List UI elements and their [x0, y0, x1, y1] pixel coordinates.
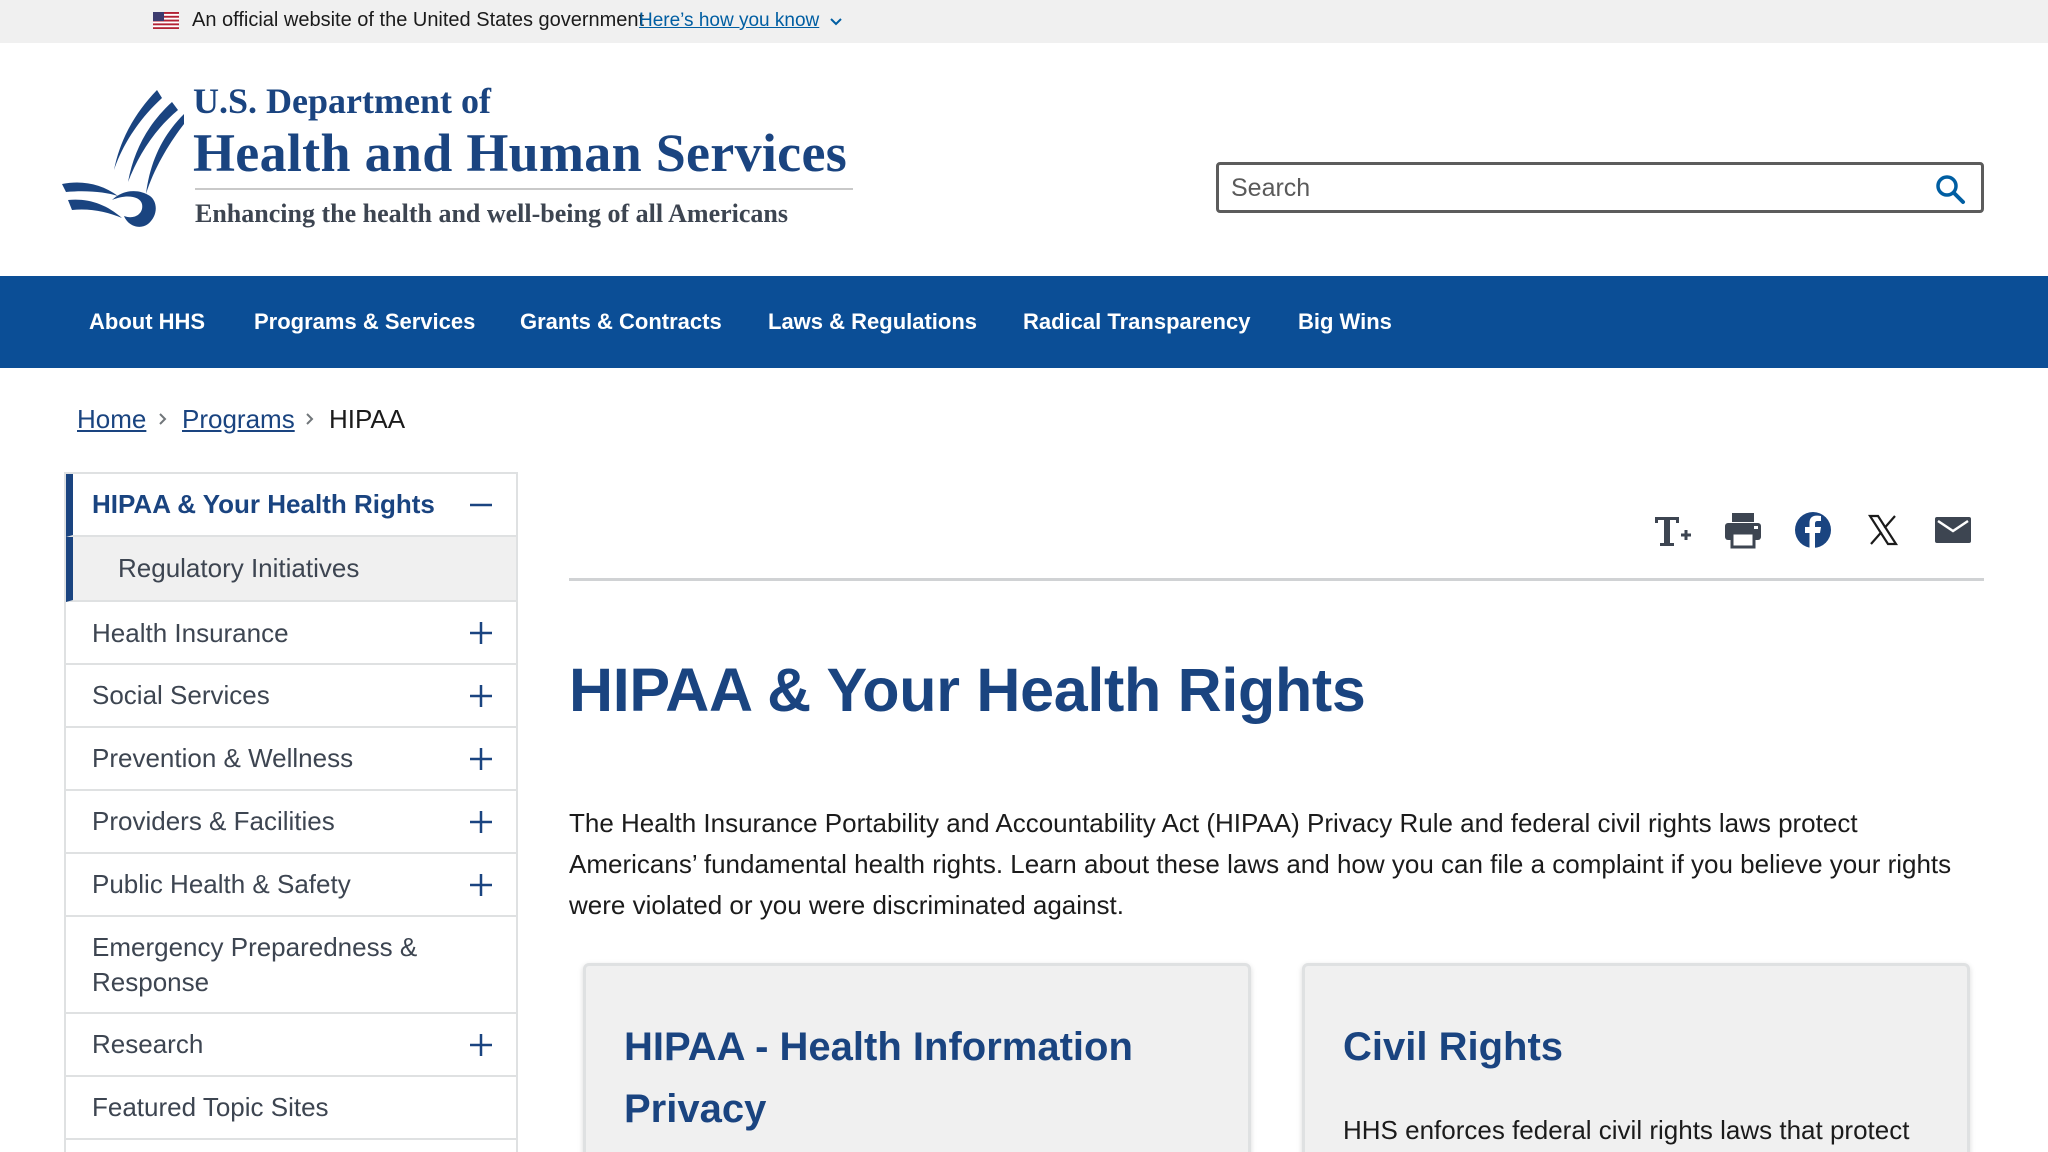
card-civil-rights[interactable]: Civil Rights HHS enforces federal civil …: [1302, 963, 1970, 1152]
side-nav: HIPAA & Your Health Rights Regulatory In…: [64, 472, 518, 1152]
heres-how-you-know-link[interactable]: Here’s how you know: [639, 10, 819, 32]
search-input[interactable]: [1231, 171, 1911, 205]
sidenav-item-label: Public Health & Safety: [92, 869, 351, 899]
plus-icon[interactable]: [468, 809, 494, 835]
sidenav-item-label: Research: [92, 1029, 204, 1059]
plus-icon[interactable]: [468, 746, 494, 772]
chevron-down-icon[interactable]: [829, 16, 843, 28]
sidenav-item-health-insurance[interactable]: Health Insurance: [66, 602, 516, 665]
sidenav-item-featured-topic-sites[interactable]: Featured Topic Sites: [66, 1077, 516, 1140]
tools-divider: [569, 578, 1984, 581]
plus-icon[interactable]: [468, 1032, 494, 1058]
chevron-right-icon: [306, 413, 314, 425]
sidenav-item-prevention-wellness[interactable]: Prevention & Wellness: [66, 728, 516, 791]
gov-banner: An official website of the United States…: [0, 0, 2048, 43]
sidenav-item-label: Health Insurance: [92, 618, 289, 648]
x-icon[interactable]: [1862, 509, 1904, 551]
text-size-icon[interactable]: [1652, 509, 1694, 551]
card-body: HHS enforces federal civil rights laws t…: [1343, 1115, 1910, 1145]
search-box: [1216, 162, 1984, 213]
plus-icon[interactable]: [468, 872, 494, 898]
agency-name[interactable]: Health and Human Services: [193, 122, 847, 184]
sidenav-item-regulatory-initiatives[interactable]: Regulatory Initiatives: [66, 537, 516, 602]
sidenav-item-providers-facilities[interactable]: Providers & Facilities: [66, 791, 516, 854]
breadcrumb-current: HIPAA: [329, 404, 406, 434]
sidenav-item-label: Providers & Facilities: [92, 806, 335, 836]
plus-icon[interactable]: [468, 683, 494, 709]
sidenav-item-label: HIPAA & Your Health Rights: [92, 489, 435, 519]
plus-icon[interactable]: [468, 620, 494, 646]
main-nav: About HHS Programs & Services Grants & C…: [0, 276, 2048, 368]
intro-paragraph: The Health Insurance Portability and Acc…: [569, 808, 1952, 920]
nav-radical-transparency[interactable]: Radical Transparency: [1023, 276, 1250, 368]
sidenav-item-label: Emergency Preparedness & Response: [92, 932, 418, 997]
nav-about-hhs[interactable]: About HHS: [89, 276, 205, 368]
us-flag-icon: [153, 12, 179, 29]
email-icon[interactable]: [1932, 509, 1974, 551]
nav-big-wins[interactable]: Big Wins: [1298, 276, 1392, 368]
chevron-right-icon: [159, 413, 167, 425]
sidenav-item-research[interactable]: Research: [66, 1014, 516, 1077]
sidenav-item-label: Social Services: [92, 680, 270, 710]
print-icon[interactable]: [1722, 509, 1764, 551]
search-icon[interactable]: [1933, 172, 1967, 206]
sidenav-item-emergency-preparedness[interactable]: Emergency Preparedness & Response: [66, 917, 516, 1014]
sidenav-item-label: Regulatory Initiatives: [118, 553, 360, 583]
sidenav-item-hipaa[interactable]: HIPAA & Your Health Rights: [66, 474, 516, 537]
nav-laws-regulations[interactable]: Laws & Regulations: [768, 276, 977, 368]
page-title: HIPAA & Your Health Rights: [569, 656, 1366, 724]
card-title[interactable]: Civil Rights: [1343, 1016, 1903, 1078]
minus-icon[interactable]: [468, 492, 494, 518]
breadcrumb-programs[interactable]: Programs: [182, 404, 295, 435]
agency-dept: U.S. Department of: [193, 81, 491, 121]
breadcrumb-home[interactable]: Home: [77, 404, 146, 435]
card-hipaa-privacy[interactable]: HIPAA - Health Information Privacy: [583, 963, 1251, 1152]
nav-grants-contracts[interactable]: Grants & Contracts: [520, 276, 722, 368]
nav-programs-services[interactable]: Programs & Services: [254, 276, 475, 368]
facebook-icon[interactable]: [1792, 509, 1834, 551]
agency-tagline: Enhancing the health and well-being of a…: [195, 199, 788, 228]
hhs-logo[interactable]: [62, 84, 184, 228]
sidenav-item-public-health-safety[interactable]: Public Health & Safety: [66, 854, 516, 917]
gov-banner-text: An official website of the United States…: [192, 9, 645, 31]
sidenav-item-label: Prevention & Wellness: [92, 743, 354, 773]
sidenav-item-label: Featured Topic Sites: [92, 1092, 329, 1122]
agency-divider: [195, 188, 853, 190]
card-title[interactable]: HIPAA - Health Information Privacy: [624, 1016, 1184, 1140]
sidenav-item-social-services[interactable]: Social Services: [66, 665, 516, 728]
